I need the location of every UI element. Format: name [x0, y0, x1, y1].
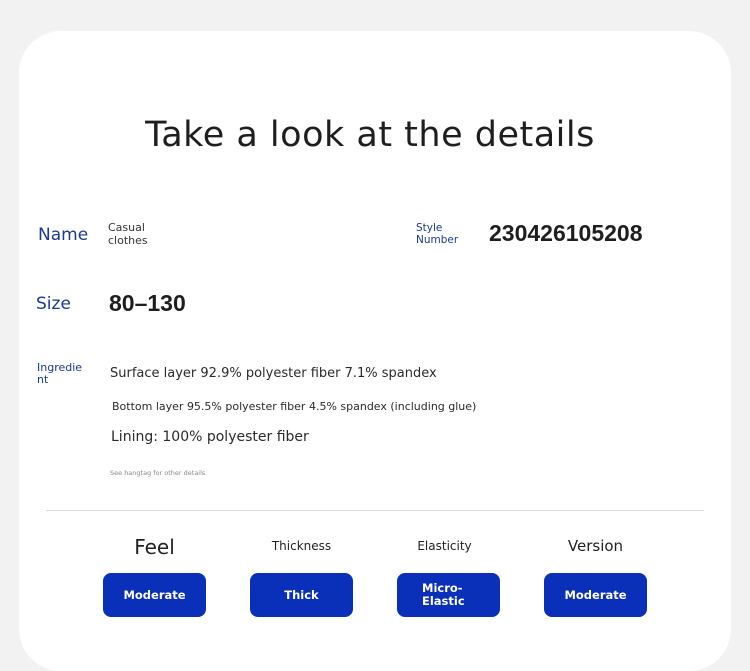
size-label: Size — [36, 294, 71, 314]
version-badge: Moderate — [544, 573, 647, 617]
style-number-label: Style Number — [416, 222, 459, 246]
elasticity-badge: Micro-Elastic — [397, 573, 500, 617]
version-value: Moderate — [564, 588, 627, 602]
hangtag-note: See hangtag for other details — [110, 469, 206, 477]
thickness-badge: Thick — [250, 573, 353, 617]
name-value: Casual clothes — [108, 221, 148, 247]
page-title: Take a look at the details — [145, 115, 595, 155]
thickness-value: Thick — [284, 588, 319, 602]
ingredient-bottom-layer: Bottom layer 95.5% polyester fiber 4.5% … — [112, 400, 477, 413]
ingredient-label: Ingredient — [37, 361, 83, 386]
thickness-heading: Thickness — [271, 539, 332, 553]
divider — [46, 510, 704, 511]
elasticity-value: Micro-Elastic — [422, 581, 465, 608]
elasticity-heading: Elasticity — [417, 539, 472, 553]
feel-badge: Moderate — [103, 573, 206, 617]
ingredient-surface-layer: Surface layer 92.9% polyester fiber 7.1%… — [110, 366, 437, 381]
name-label: Name — [38, 225, 89, 245]
feel-value: Moderate — [123, 588, 186, 602]
size-value: 80–130 — [109, 290, 186, 316]
feel-heading: Feel — [134, 535, 175, 559]
style-number-value: 230426105208 — [489, 220, 643, 246]
ingredient-lining: Lining: 100% polyester fiber — [111, 429, 309, 445]
version-heading: Version — [567, 537, 624, 555]
